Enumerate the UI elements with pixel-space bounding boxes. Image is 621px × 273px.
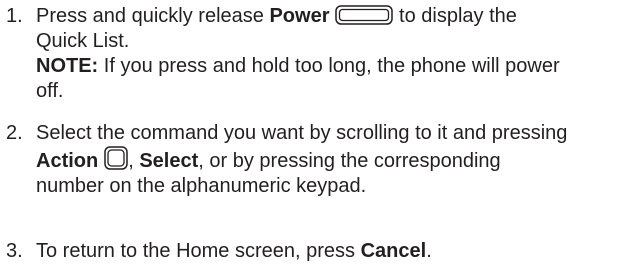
power-key-icon <box>335 5 394 25</box>
step-line: Action, Select, or by pressing the corre… <box>36 146 616 174</box>
step-line: number on the alphanumeric keypad. <box>36 175 367 197</box>
select-label: Select <box>139 150 199 172</box>
note-line: NOTE: If you press and hold too long, th… <box>36 54 616 79</box>
text-segment: To return to the Home screen, press <box>36 240 361 262</box>
step-line: Select the command you want by scrolling… <box>36 122 568 144</box>
text-segment: Press and quickly release <box>36 5 270 27</box>
step-number: 3. <box>6 240 23 262</box>
text-segment: , or by pressing the corresponding <box>198 150 501 172</box>
step-text: Press and quickly release Power to displ… <box>36 4 616 104</box>
note-label: NOTE: <box>36 55 99 77</box>
text-segment: , <box>128 150 140 172</box>
text-segment: . <box>426 240 432 262</box>
step-line: Quick List. <box>36 30 130 52</box>
step-text: To return to the Home screen, press Canc… <box>36 239 616 264</box>
action-label: Action <box>36 150 99 172</box>
power-label: Power <box>269 5 330 27</box>
step-text: Select the command you want by scrolling… <box>36 121 616 199</box>
note-text: If you press and hold too long, the phon… <box>98 55 560 77</box>
step-number: 1. <box>6 5 23 27</box>
step-number: 2. <box>6 122 23 144</box>
step-line: To return to the Home screen, press Canc… <box>36 239 616 264</box>
action-key-icon <box>104 146 128 170</box>
note-line: off. <box>36 80 64 102</box>
step-line: Press and quickly release Power to displ… <box>36 4 616 29</box>
cancel-label: Cancel <box>360 240 427 262</box>
text-segment: to display the <box>393 5 517 27</box>
